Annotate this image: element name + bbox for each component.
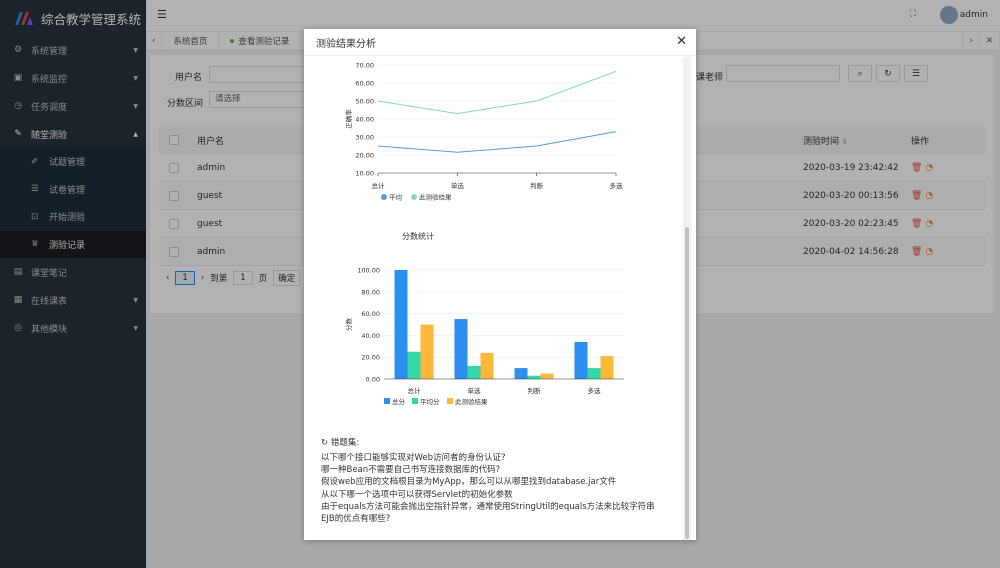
- x-tick-label: 总计: [408, 386, 422, 395]
- y-tick-label: 20.00: [361, 354, 380, 362]
- refresh-icon: ↻: [321, 438, 329, 448]
- y-tick-label: 0.00: [366, 376, 380, 384]
- y-tick-label: 10.00: [355, 170, 374, 178]
- bar: [574, 341, 588, 379]
- x-tick-label: 单选: [451, 181, 465, 190]
- bar: [540, 373, 554, 379]
- list-item: 假设web应用的文档根目录为MyApp，那么可以从哪里找到database.ja…: [321, 477, 617, 488]
- bar: [514, 368, 528, 379]
- legend-label: 总分: [392, 397, 406, 406]
- legend-label: 平均: [389, 193, 403, 202]
- x-tick-label: 判断: [530, 181, 544, 190]
- bar: [394, 270, 408, 379]
- wrong-questions-title: ↻ 错题集:: [321, 438, 360, 448]
- series-line: [377, 70, 617, 115]
- y-tick-label: 80.00: [361, 288, 380, 296]
- bar: [467, 365, 481, 379]
- y-tick-label: 20.00: [355, 152, 374, 160]
- y-axis-label: 分数: [344, 318, 353, 332]
- bar: [407, 351, 421, 379]
- accuracy-line-chart: 10.00 20.00 30.00 40.00 50.00 60.00 70.00 正确率总计…: [344, 62, 624, 202]
- legend-marker: [381, 194, 387, 200]
- bar: [600, 356, 614, 379]
- x-tick-label: 多选: [588, 386, 602, 395]
- score-bar-chart: 分数统计 0.00 20.00 40.00 60.00 80.00 100.00 分数总计 单选…: [344, 231, 624, 406]
- y-tick-label: 30.00: [355, 134, 374, 142]
- legend-label: 此测验结果: [455, 397, 488, 406]
- wrong-questions-list: 以下哪个接口能够实现对Web访问者的身份认证? 哪一种Bean不需要自己书写连接…: [321, 452, 655, 525]
- legend-marker: [384, 398, 390, 404]
- bar: [454, 319, 468, 379]
- x-tick-label: 多选: [610, 181, 624, 190]
- list-item: 哪一种Bean不需要自己书写连接数据库的代码?: [321, 465, 501, 476]
- x-tick-label: 判断: [528, 386, 542, 395]
- bar: [587, 368, 601, 379]
- list-item: 以下哪个接口能够实现对Web访问者的身份认证?: [321, 453, 506, 463]
- y-tick-label: 40.00: [355, 116, 374, 124]
- legend-marker: [411, 194, 417, 200]
- list-item: 由于equals方法可能会抛出空指针异常，通常使用StringUtil的equa…: [321, 501, 655, 512]
- chart-title: 分数统计: [402, 231, 434, 241]
- bar: [420, 324, 434, 379]
- modal-title: 测验结果分析: [316, 38, 376, 50]
- list-item: EJB的优点有哪些?: [321, 514, 391, 525]
- legend-marker: [447, 398, 453, 404]
- y-tick-label: 40.00: [361, 332, 380, 340]
- legend-label: 平均分: [420, 397, 440, 406]
- legend-marker: [412, 398, 418, 404]
- legend-label: 此测验结果: [419, 193, 452, 202]
- y-axis-label: 正确率: [344, 109, 353, 129]
- close-icon[interactable]: ✕: [676, 34, 687, 49]
- y-tick-label: 70.00: [355, 62, 374, 70]
- x-tick-label: 单选: [468, 386, 482, 395]
- series-line: [377, 131, 617, 153]
- scrollbar-thumb[interactable]: [685, 227, 689, 539]
- y-tick-label: 50.00: [355, 98, 374, 106]
- x-tick-label: 总计: [372, 181, 386, 190]
- bar: [480, 352, 494, 379]
- modal-header: 测验结果分析 ✕: [304, 29, 696, 56]
- y-tick-label: 60.00: [361, 310, 380, 318]
- list-item: 从以下哪一个选项中可以获得Servlet的初始化参数: [321, 489, 513, 500]
- y-tick-label: 60.00: [355, 80, 374, 88]
- bar: [527, 375, 541, 379]
- y-tick-label: 100.00: [357, 267, 380, 275]
